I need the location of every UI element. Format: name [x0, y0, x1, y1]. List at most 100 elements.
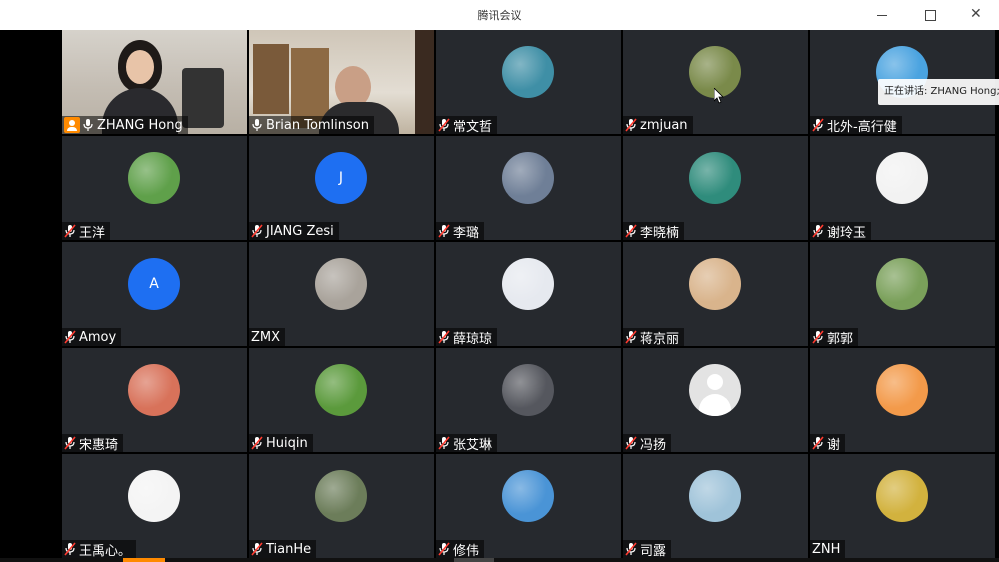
microphone-muted-icon — [625, 542, 637, 556]
microphone-muted-icon — [625, 118, 637, 132]
participant-tile[interactable]: 谢玲玉 — [810, 136, 995, 241]
participant-tile[interactable]: 张艾琳 — [436, 348, 621, 453]
microphone-muted-icon — [438, 224, 450, 238]
participant-tile[interactable]: 蒋京丽 — [623, 242, 808, 347]
participant-namebar: 薛琼琼 — [436, 328, 498, 347]
participant-avatar — [689, 258, 741, 310]
participant-namebar: 张艾琳 — [436, 434, 498, 453]
participant-avatar — [689, 152, 741, 204]
participant-avatar — [502, 470, 554, 522]
microphone-muted-icon — [64, 542, 76, 556]
participant-name: 冯扬 — [640, 437, 667, 453]
participant-name: 谢玲玉 — [827, 225, 867, 241]
participant-namebar: JIANG Zesi — [249, 222, 339, 240]
participant-tile[interactable]: 郭郭 — [810, 242, 995, 347]
participant-tile[interactable]: 冯扬 — [623, 348, 808, 453]
participant-avatar — [502, 364, 554, 416]
participant-namebar: 司露 — [623, 540, 672, 559]
participant-avatar — [502, 46, 554, 98]
participant-name: 司露 — [640, 543, 667, 559]
participant-namebar: Amoy — [62, 328, 122, 346]
participant-namebar: 谢玲玉 — [810, 222, 872, 241]
participant-namebar: 北外-高行健 — [810, 116, 902, 135]
participant-avatar — [876, 258, 928, 310]
participant-namebar: ZMX — [249, 328, 286, 346]
participant-avatar — [128, 470, 180, 522]
participant-tile[interactable]: 常文哲 — [436, 30, 621, 135]
participant-tile[interactable]: A Amoy — [62, 242, 247, 346]
participant-name: ZNH — [812, 541, 841, 557]
participant-namebar: Huiqin — [249, 434, 313, 452]
participant-namebar: 宋惠琦 — [62, 434, 124, 453]
participant-tile[interactable]: J JIANG Zesi — [249, 136, 434, 240]
participant-tile[interactable]: Brian Tomlinson — [249, 30, 434, 134]
participant-namebar: ZHANG Hong — [62, 116, 188, 134]
participant-tile[interactable]: 王禹心。 — [62, 454, 247, 559]
close-button[interactable]: ✕ — [958, 0, 998, 30]
participant-tile[interactable]: 谢 — [810, 348, 995, 453]
microphone-muted-icon — [812, 436, 824, 450]
minimize-button[interactable] — [862, 0, 902, 30]
participant-namebar: 王禹心。 — [62, 540, 137, 559]
microphone-muted-icon — [64, 330, 76, 344]
microphone-muted-icon — [625, 224, 637, 238]
participant-avatar — [689, 364, 741, 416]
participant-name: 李璐 — [453, 225, 480, 241]
participant-tile[interactable]: 修伟 — [436, 454, 621, 559]
participant-name: ZMX — [251, 329, 281, 345]
participant-avatar — [315, 258, 367, 310]
participant-name: Amoy — [79, 329, 117, 345]
participant-tile[interactable]: 李璐 — [436, 136, 621, 241]
participant-namebar: TianHe — [249, 540, 317, 558]
participant-tile[interactable]: zmjuan — [623, 30, 808, 134]
microphone-muted-icon — [625, 436, 637, 450]
maximize-button[interactable] — [910, 0, 950, 30]
participant-name: 常文哲 — [453, 119, 493, 135]
microphone-muted-icon — [812, 224, 824, 238]
participant-tile[interactable]: 宋惠琦 — [62, 348, 247, 453]
participant-namebar: zmjuan — [623, 116, 693, 134]
microphone-muted-icon — [438, 436, 450, 450]
participant-name: 郭郭 — [827, 331, 854, 347]
participant-tile[interactable]: ZNH — [810, 454, 995, 558]
participant-name: 王禹心。 — [79, 543, 132, 559]
participant-tile[interactable]: 李晓楠 — [623, 136, 808, 241]
microphone-icon — [82, 118, 94, 132]
participant-avatar — [315, 364, 367, 416]
participant-tile[interactable]: ZMX — [249, 242, 434, 346]
participant-name: 谢 — [827, 437, 841, 453]
microphone-muted-icon — [438, 118, 450, 132]
participant-namebar: 常文哲 — [436, 116, 498, 135]
maximize-icon — [925, 10, 936, 21]
participant-tile[interactable]: 司露 — [623, 454, 808, 559]
mouse-cursor-icon — [714, 88, 724, 104]
microphone-muted-icon — [438, 542, 450, 556]
participant-avatar — [315, 470, 367, 522]
participant-namebar: 冯扬 — [623, 434, 672, 453]
participant-tile[interactable]: ZHANG Hong — [62, 30, 247, 134]
participant-tile[interactable]: Huiqin — [249, 348, 434, 452]
participant-tile[interactable]: 薛琼琼 — [436, 242, 621, 347]
participant-tile[interactable]: TianHe — [249, 454, 434, 558]
minimize-icon — [877, 15, 887, 16]
page-indicator — [454, 558, 494, 562]
participant-avatar — [876, 364, 928, 416]
microphone-muted-icon — [251, 436, 263, 450]
microphone-muted-icon — [625, 330, 637, 344]
close-icon: ✕ — [970, 6, 982, 22]
participant-name: 张艾琳 — [453, 437, 493, 453]
participant-name: ZHANG Hong — [97, 117, 183, 133]
participant-name: TianHe — [266, 541, 312, 557]
microphone-muted-icon — [64, 224, 76, 238]
participant-tile[interactable]: 王洋 — [62, 136, 247, 241]
participant-namebar: 李晓楠 — [623, 222, 685, 241]
participant-avatar — [128, 152, 180, 204]
window-titlebar: 腾讯会议 ✕ — [0, 0, 999, 30]
participant-name: 宋惠琦 — [79, 437, 119, 453]
speaking-indicator: 正在讲话: ZHANG Hong; — [878, 79, 999, 105]
participant-avatar — [876, 152, 928, 204]
active-page-indicator — [123, 558, 165, 562]
bottom-scroll-strip[interactable] — [0, 558, 999, 562]
participant-namebar: Brian Tomlinson — [249, 116, 374, 134]
participant-name: 李晓楠 — [640, 225, 680, 241]
